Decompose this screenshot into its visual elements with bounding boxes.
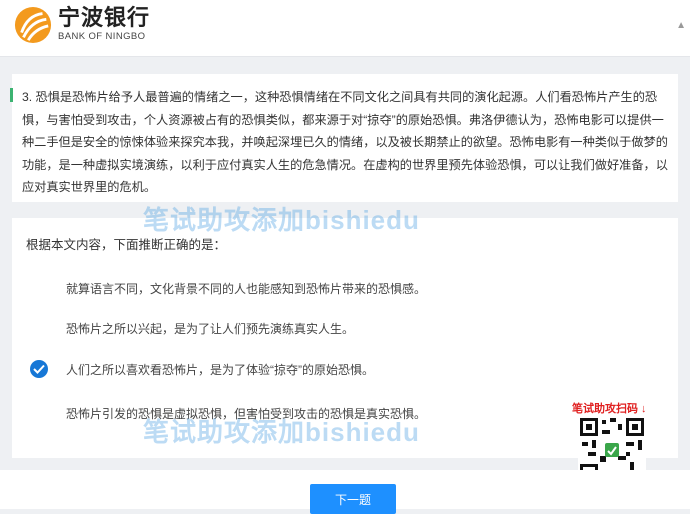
brand-name-cn: 宁波银行 [58, 5, 151, 30]
next-question-button[interactable]: 下一题 [310, 484, 396, 514]
option-text: 就算语言不同，文化背景不同的人也能感知到恐怖片带来的恐惧感。 [66, 282, 427, 296]
scroll-up-icon[interactable]: ▲ [676, 20, 686, 31]
passage-text: 3. 恐惧是恐怖片给予人最普遍的情绪之一，这种恐惧情绪在不同文化之间具有共同的演… [22, 90, 668, 194]
option-text: 恐怖片引发的恐惧是虚拟恐惧，但害怕受到攻击的恐惧是真实恐惧。 [66, 407, 427, 421]
option-text: 恐怖片之所以兴起，是为了让人们预先演练真实人生。 [66, 322, 355, 336]
answer-option-selected[interactable]: 人们之所以喜欢看恐怖片，是为了体验“掠夺”的原始恐惧。 [20, 355, 580, 385]
brand-name-en: BANK OF NINGBO [58, 31, 146, 42]
option-text: 人们之所以喜欢看恐怖片，是为了体验“掠夺”的原始恐惧。 [66, 363, 374, 377]
passage-marker [10, 88, 13, 102]
bank-logo-icon [14, 6, 52, 44]
app-header: 宁波银行 BANK OF NINGBO ▲ [0, 0, 690, 57]
answer-option[interactable]: 就算语言不同，文化背景不同的人也能感知到恐怖片带来的恐惧感。 [20, 274, 580, 304]
question-stem: 根据本文内容，下面推断正确的是： [26, 238, 227, 252]
answer-option[interactable]: 恐怖片之所以兴起，是为了让人们预先演练真实人生。 [20, 314, 580, 344]
qr-label: 笔试助攻扫码 ↓ [572, 403, 647, 415]
answer-option[interactable]: 恐怖片引发的恐惧是虚拟恐惧，但害怕受到攻击的恐惧是真实恐惧。 [20, 399, 580, 429]
check-icon [30, 360, 48, 378]
